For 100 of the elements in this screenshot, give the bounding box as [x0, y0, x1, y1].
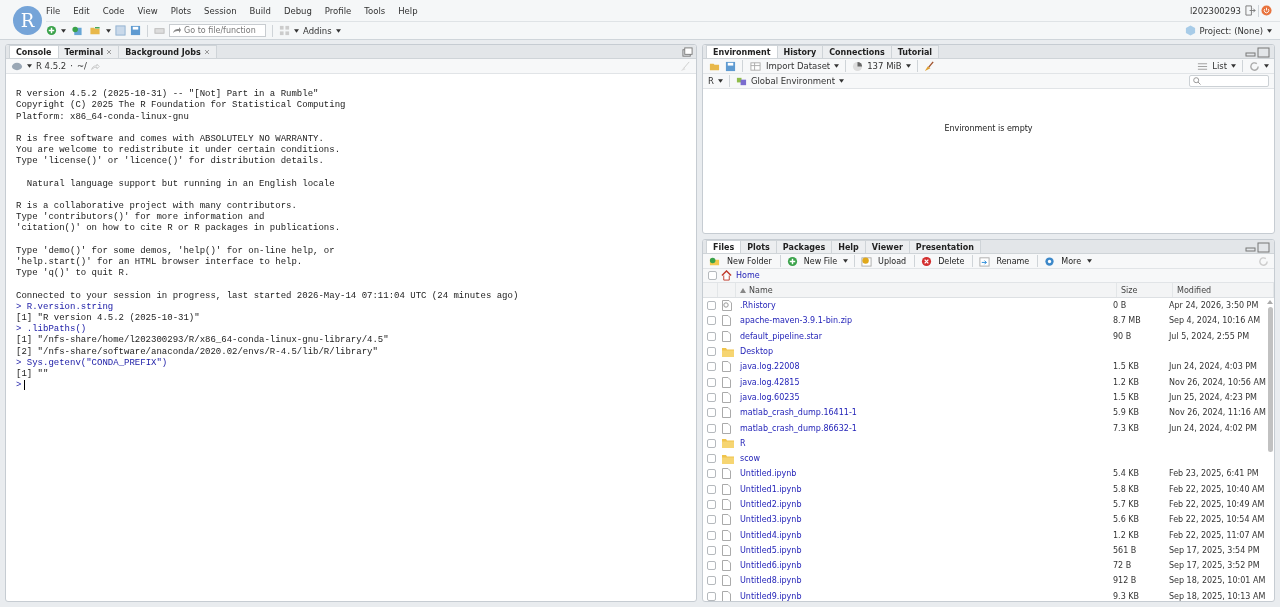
file-name-link[interactable]: default_pipeline.star [740, 331, 822, 341]
file-name-link[interactable]: R [740, 438, 746, 448]
table-icon[interactable] [749, 60, 762, 72]
row-checkbox[interactable] [707, 331, 716, 341]
file-name-link[interactable]: matlab_crash_dump.16411-1 [740, 408, 857, 418]
row-checkbox[interactable] [707, 423, 716, 433]
addins-menu[interactable]: Addins [303, 25, 332, 36]
gear-icon[interactable] [1044, 255, 1056, 267]
plus-icon[interactable] [786, 255, 798, 267]
file-name-link[interactable]: Untitled3.ipynb [740, 515, 802, 525]
file-name-link[interactable]: Untitled8.ipynb [740, 576, 802, 586]
menu-item[interactable]: View [137, 5, 158, 16]
menu-item[interactable]: Build [249, 5, 271, 16]
file-name-link[interactable]: Untitled1.ipynb [740, 484, 802, 494]
menu-item[interactable]: Help [398, 5, 418, 16]
file-name-link[interactable]: apache-maven-3.9.1-bin.zip [740, 316, 853, 326]
row-checkbox[interactable] [707, 545, 716, 555]
row-checkbox[interactable] [707, 484, 716, 494]
row-checkbox[interactable] [707, 438, 716, 448]
file-name-link[interactable]: Untitled9.ipynb [740, 591, 802, 601]
pane-tab[interactable]: Viewer [864, 240, 910, 253]
pane-tab[interactable]: Files [706, 240, 742, 253]
import-dataset-menu[interactable]: Import Dataset [766, 61, 831, 71]
working-directory[interactable]: ~/ [76, 61, 87, 71]
save-icon[interactable] [115, 25, 126, 37]
row-checkbox[interactable] [707, 561, 716, 571]
menu-item[interactable]: Plots [170, 5, 192, 16]
menu-item[interactable]: Tools [364, 5, 386, 16]
save-all-icon[interactable] [130, 25, 141, 37]
pane-tab[interactable]: History [776, 45, 824, 58]
file-name-link[interactable]: .Rhistory [740, 301, 776, 311]
file-action-button[interactable]: More [1059, 256, 1084, 266]
minimize-maximize-icon[interactable] [1245, 47, 1271, 58]
row-checkbox[interactable] [707, 515, 716, 525]
row-checkbox[interactable] [707, 301, 716, 311]
environment-scope-menu[interactable]: Global Environment [750, 76, 835, 86]
row-checkbox[interactable] [707, 591, 716, 601]
file-name-link[interactable]: java.log.60235 [740, 392, 800, 402]
pane-tab[interactable]: Packages [775, 240, 833, 253]
close-icon[interactable] [203, 49, 210, 55]
column-header[interactable]: Size [1117, 283, 1173, 297]
menu-item[interactable]: File [46, 5, 61, 16]
minimize-maximize-icon[interactable] [1245, 242, 1271, 253]
open-folder-icon[interactable] [88, 25, 102, 37]
refresh-icon[interactable] [1258, 255, 1269, 267]
close-icon[interactable] [106, 49, 113, 55]
menu-item[interactable]: Session [204, 5, 237, 16]
menu-item[interactable]: Profile [324, 5, 352, 16]
list-icon[interactable] [1197, 60, 1209, 72]
new-file-icon[interactable] [46, 25, 57, 37]
file-name-link[interactable]: Untitled5.ipynb [740, 545, 802, 555]
file-action-button[interactable]: Rename [994, 256, 1032, 266]
new-project-icon[interactable] [70, 25, 84, 37]
search-field[interactable] [1189, 75, 1269, 87]
file-name-link[interactable]: java.log.42815 [740, 377, 800, 387]
pane-tab[interactable]: Background Jobs [118, 45, 217, 58]
cubes-icon[interactable] [735, 75, 747, 87]
file-name-link[interactable]: Untitled2.ipynb [740, 500, 802, 509]
row-checkbox[interactable] [707, 392, 716, 402]
r-cube-icon[interactable] [1184, 25, 1196, 37]
menu-item[interactable]: Debug [283, 5, 312, 16]
row-checkbox[interactable] [707, 377, 716, 387]
view-mode-menu[interactable]: List [1212, 61, 1227, 71]
file-action-button[interactable]: New Folder [725, 256, 774, 266]
menu-item[interactable]: Edit [73, 5, 90, 16]
file-name-link[interactable]: scow [740, 454, 760, 464]
breadcrumb-link[interactable]: Home [736, 271, 760, 280]
project-menu[interactable]: Project: (None) [1199, 25, 1263, 36]
go-to-file-field[interactable]: Go to file/function [169, 24, 266, 38]
refresh-icon[interactable] [1249, 60, 1260, 72]
row-checkbox[interactable] [707, 469, 716, 479]
pane-tab[interactable]: Tutorial [890, 45, 940, 58]
pane-tab[interactable]: Presentation [908, 240, 981, 253]
file-name-link[interactable]: Untitled.ipynb [740, 469, 797, 479]
file-name-link[interactable]: Desktop [740, 347, 773, 357]
sign-out-icon[interactable] [1245, 5, 1256, 17]
memory-usage-menu[interactable]: 137 MiB [867, 61, 902, 71]
save-icon[interactable] [725, 60, 736, 72]
upload-icon[interactable] [861, 255, 873, 267]
row-checkbox[interactable] [707, 530, 716, 540]
pane-tab[interactable]: Console [9, 45, 59, 58]
file-action-button[interactable]: Delete [936, 256, 967, 266]
file-name-link[interactable]: Untitled6.ipynb [740, 561, 802, 571]
row-checkbox[interactable] [707, 576, 716, 586]
rename-icon[interactable] [979, 255, 991, 267]
file-name-link[interactable]: matlab_crash_dump.86632-1 [740, 423, 857, 433]
grid-icon[interactable] [279, 25, 290, 37]
row-checkbox[interactable] [707, 362, 716, 372]
row-checkbox[interactable] [707, 408, 716, 418]
pane-tab[interactable]: Plots [740, 240, 777, 253]
power-icon[interactable] [1261, 5, 1272, 17]
delete-icon[interactable] [921, 255, 933, 267]
row-checkbox[interactable] [707, 500, 716, 509]
row-checkbox[interactable] [707, 347, 716, 357]
maximize-icon[interactable] [682, 47, 693, 58]
column-header[interactable]: Modified [1173, 283, 1274, 297]
language-menu[interactable]: R [708, 76, 714, 86]
column-header[interactable]: Name [736, 283, 1117, 297]
new-folder-icon[interactable] [708, 255, 721, 267]
file-action-button[interactable]: New File [801, 256, 840, 266]
